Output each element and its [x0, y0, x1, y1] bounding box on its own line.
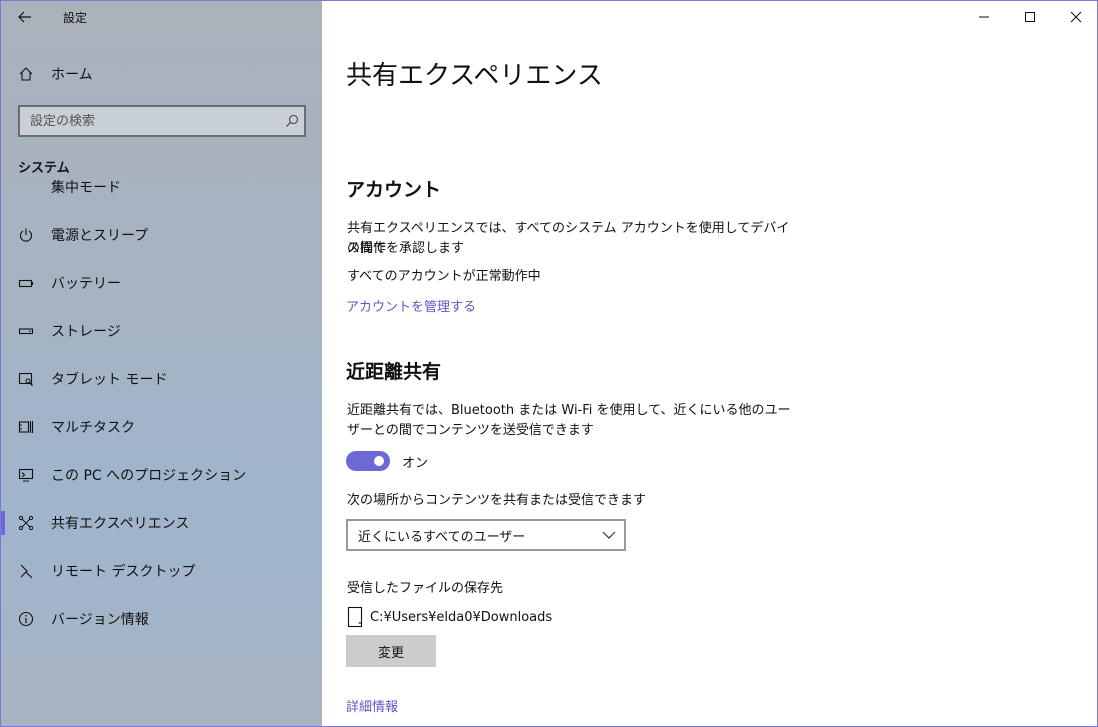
title-bar: 設定	[1, 1, 322, 33]
sidebar-item-label: バージョン情報	[51, 612, 149, 628]
maximize-button[interactable]	[1007, 1, 1053, 33]
sidebar-item-label: リモート デスクトップ	[51, 564, 196, 580]
nearby-sharing-toggle[interactable]	[346, 451, 390, 471]
sidebar-item-label: タブレット モード	[51, 372, 168, 388]
account-heading: アカウント	[346, 179, 442, 201]
home-label: ホーム	[51, 67, 93, 83]
sidebar-item-home[interactable]: ホーム	[1, 57, 322, 91]
nearby-desc-line1: 近距離共有では、Bluetooth または Wi-Fi を使用して、近くにいる他…	[347, 403, 791, 418]
sidebar-item-label: この PC へのプロジェクション	[51, 468, 247, 484]
sidebar-item-label: 集中モード	[51, 180, 121, 196]
search-icon[interactable]	[280, 109, 304, 133]
info-icon	[18, 611, 34, 627]
close-icon	[1070, 11, 1082, 23]
window-controls	[961, 1, 1097, 33]
sidebar-item-remote-desktop[interactable]: リモート デスクトップ	[1, 551, 322, 591]
sidebar-item-label: マルチタスク	[51, 420, 135, 436]
share-from-dropdown[interactable]: 近くにいるすべてのユーザー	[346, 519, 626, 551]
remote-desktop-icon	[20, 564, 33, 579]
sidebar-item-about[interactable]: バージョン情報	[1, 599, 322, 639]
sidebar-item-label: ストレージ	[51, 324, 121, 340]
search-input[interactable]	[30, 113, 280, 129]
sidebar-nav: 集中モード 電源とスリープ バッテリー ストレージ タブレット モード マルチタ	[1, 179, 322, 649]
account-status: すべてのアカウントが正常動作中	[347, 269, 541, 284]
save-path-row: C:¥Users¥elda0¥Downloads	[346, 606, 552, 628]
section-title: システム	[18, 161, 70, 176]
sidebar-item-label: 電源とスリープ	[51, 228, 149, 244]
sidebar-item-shared-experiences[interactable]: 共有エクスペリエンス	[1, 503, 322, 543]
change-location-button[interactable]: 変更	[346, 635, 436, 667]
page-title: 共有エクスペリエンス	[346, 61, 603, 91]
tablet-mode-icon	[18, 372, 33, 386]
app-title: 設定	[63, 10, 88, 25]
nearby-heading: 近距離共有	[346, 361, 442, 383]
sidebar-item-power[interactable]: 電源とスリープ	[1, 215, 322, 255]
settings-window: 設定 ホーム システム 集中モード 電源とスリープ バッテリー	[0, 0, 1098, 727]
toggle-state-label: オン	[402, 456, 429, 471]
nearby-desc-line2: ザーとの間でコンテンツを送受信できます	[347, 423, 594, 438]
sidebar-item-storage[interactable]: ストレージ	[1, 311, 322, 351]
multitasking-icon	[18, 421, 34, 433]
toggle-knob	[374, 456, 384, 466]
back-button[interactable]	[1, 1, 49, 33]
minimize-button[interactable]	[961, 1, 1007, 33]
more-info-link[interactable]: 詳細情報	[346, 696, 398, 715]
sidebar-item-projection[interactable]: この PC へのプロジェクション	[1, 455, 322, 495]
chevron-down-icon	[594, 531, 624, 539]
device-icon	[347, 606, 363, 628]
sidebar: 設定 ホーム システム 集中モード 電源とスリープ バッテリー	[1, 1, 322, 726]
storage-icon	[18, 328, 34, 335]
save-path: C:¥Users¥elda0¥Downloads	[370, 609, 553, 625]
maximize-icon	[1025, 12, 1035, 22]
close-button[interactable]	[1053, 1, 1097, 33]
sidebar-item-label: 共有エクスペリエンス	[51, 516, 190, 532]
back-arrow-icon	[18, 11, 31, 23]
search-box[interactable]	[18, 105, 306, 137]
sidebar-item-tablet-mode[interactable]: タブレット モード	[1, 359, 322, 399]
save-location-label: 受信したファイルの保存先	[347, 581, 504, 596]
power-icon	[19, 228, 33, 242]
sidebar-item-battery[interactable]: バッテリー	[1, 263, 322, 303]
main-content: 共有エクスペリエンス アカウント 共有エクスペリエンスでは、すべてのシステム ア…	[322, 1, 1097, 726]
dropdown-selected-value: 近くにいるすべてのユーザー	[358, 529, 526, 545]
battery-icon	[18, 279, 33, 288]
sidebar-item-label: バッテリー	[51, 276, 121, 292]
manage-accounts-link[interactable]: アカウントを管理する	[346, 296, 476, 315]
sidebar-item-multitasking[interactable]: マルチタスク	[1, 407, 322, 447]
share-from-label: 次の場所からコンテンツを共有または受信できます	[347, 493, 647, 508]
home-icon	[19, 67, 33, 81]
minimize-icon	[979, 16, 989, 18]
projection-icon	[18, 468, 34, 482]
shared-experiences-icon	[18, 515, 34, 531]
account-desc-line2: の操作を承認します	[347, 241, 465, 256]
sidebar-item-focus[interactable]: 集中モード	[1, 179, 322, 207]
